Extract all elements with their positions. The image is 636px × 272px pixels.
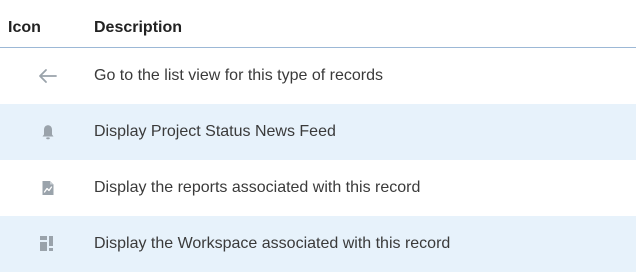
workspace-icon xyxy=(38,234,58,254)
row-description: Display Project Status News Feed xyxy=(94,123,336,140)
row-description: Go to the list view for this type of rec… xyxy=(94,67,384,84)
table-row: Display the reports associated with this… xyxy=(0,160,636,216)
table-header: Icon Description xyxy=(0,0,636,48)
bell-icon xyxy=(38,122,58,142)
icon-description-table: Icon Description Go to the list view for… xyxy=(0,0,636,272)
report-icon xyxy=(38,178,58,198)
table-row: Display the Workspace associated with th… xyxy=(0,216,636,272)
back-arrow-icon xyxy=(38,66,58,86)
table-row: Go to the list view for this type of rec… xyxy=(0,48,636,104)
row-description: Display the reports associated with this… xyxy=(94,179,421,196)
column-header-icon: Icon xyxy=(8,19,41,36)
column-header-description: Description xyxy=(94,19,183,36)
table-row: Display Project Status News Feed xyxy=(0,104,636,160)
row-description: Display the Workspace associated with th… xyxy=(94,235,451,252)
